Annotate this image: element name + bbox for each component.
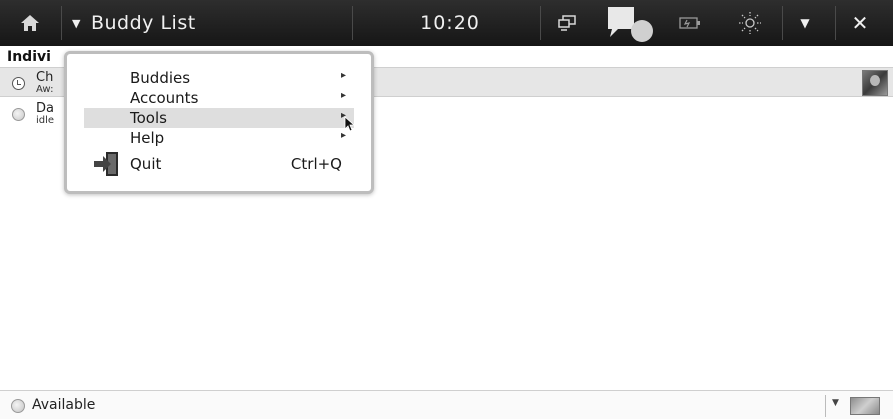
menu-item-label: Help xyxy=(130,129,165,147)
brightness-icon xyxy=(739,12,761,34)
divider xyxy=(825,395,826,417)
chevron-down-icon[interactable]: ▼ xyxy=(832,398,839,408)
network-icon xyxy=(558,15,576,31)
buddy-icon-button[interactable] xyxy=(850,397,880,415)
status-selector[interactable]: Available ▼ xyxy=(0,390,893,419)
buddy-name: Da xyxy=(36,101,54,116)
away-status-icon xyxy=(12,77,25,90)
top-panel: ▼ Buddy List 10:20 ▼ ✕ xyxy=(0,0,893,46)
battery-button[interactable] xyxy=(670,0,710,46)
buddy-status-text: Aw: xyxy=(36,84,54,95)
chevron-down-icon: ▼ xyxy=(72,16,81,30)
panel-separator xyxy=(352,6,353,40)
menu-item-label: Quit xyxy=(130,155,162,173)
buddy-name: Ch xyxy=(36,70,54,85)
close-icon: ✕ xyxy=(851,11,869,35)
brightness-button[interactable] xyxy=(725,0,775,46)
panel-separator xyxy=(540,6,541,40)
avatar xyxy=(862,70,888,96)
status-label: Available xyxy=(32,397,96,413)
battery-icon xyxy=(679,17,700,29)
window-title-button[interactable]: ▼ Buddy List xyxy=(62,0,352,46)
panel-separator xyxy=(835,6,836,40)
panel-separator xyxy=(782,6,783,40)
panel-menu-button[interactable]: ▼ xyxy=(785,0,825,46)
chat-bubble-icon xyxy=(608,7,653,42)
chat-status-button[interactable] xyxy=(600,0,660,46)
network-button[interactable] xyxy=(548,0,588,46)
idle-status-icon xyxy=(12,108,25,121)
close-button[interactable]: ✕ xyxy=(840,0,880,46)
menu-item-label: Accounts xyxy=(130,89,199,107)
quit-icon xyxy=(94,152,118,176)
buddy-status-text: idle xyxy=(36,115,55,126)
menu-item-help[interactable]: Help ▸ xyxy=(84,128,354,148)
home-button[interactable] xyxy=(0,0,60,46)
submenu-arrow-icon: ▸ xyxy=(340,70,346,81)
buddy-list-menu: Buddies ▸ Accounts ▸ Tools ▸ Help ▸ Quit… xyxy=(64,51,374,194)
home-icon xyxy=(21,15,39,31)
menu-item-label: Tools xyxy=(130,109,167,127)
keyboard-shortcut: Ctrl+Q xyxy=(290,155,342,173)
chevron-down-icon: ▼ xyxy=(800,16,810,30)
available-status-icon xyxy=(11,399,25,413)
menu-item-buddies[interactable]: Buddies ▸ xyxy=(84,68,354,88)
submenu-arrow-icon: ▸ xyxy=(340,90,346,101)
menu-item-tools[interactable]: Tools ▸ xyxy=(84,108,354,128)
clock[interactable]: 10:20 xyxy=(400,0,500,46)
menu-item-label: Buddies xyxy=(130,69,191,87)
window-title: Buddy List xyxy=(90,12,196,34)
menu-item-quit[interactable]: Quit Ctrl+Q xyxy=(84,150,354,178)
menu-item-accounts[interactable]: Accounts ▸ xyxy=(84,88,354,108)
mouse-pointer-icon xyxy=(344,116,356,132)
group-header[interactable]: Indivi xyxy=(7,49,51,65)
